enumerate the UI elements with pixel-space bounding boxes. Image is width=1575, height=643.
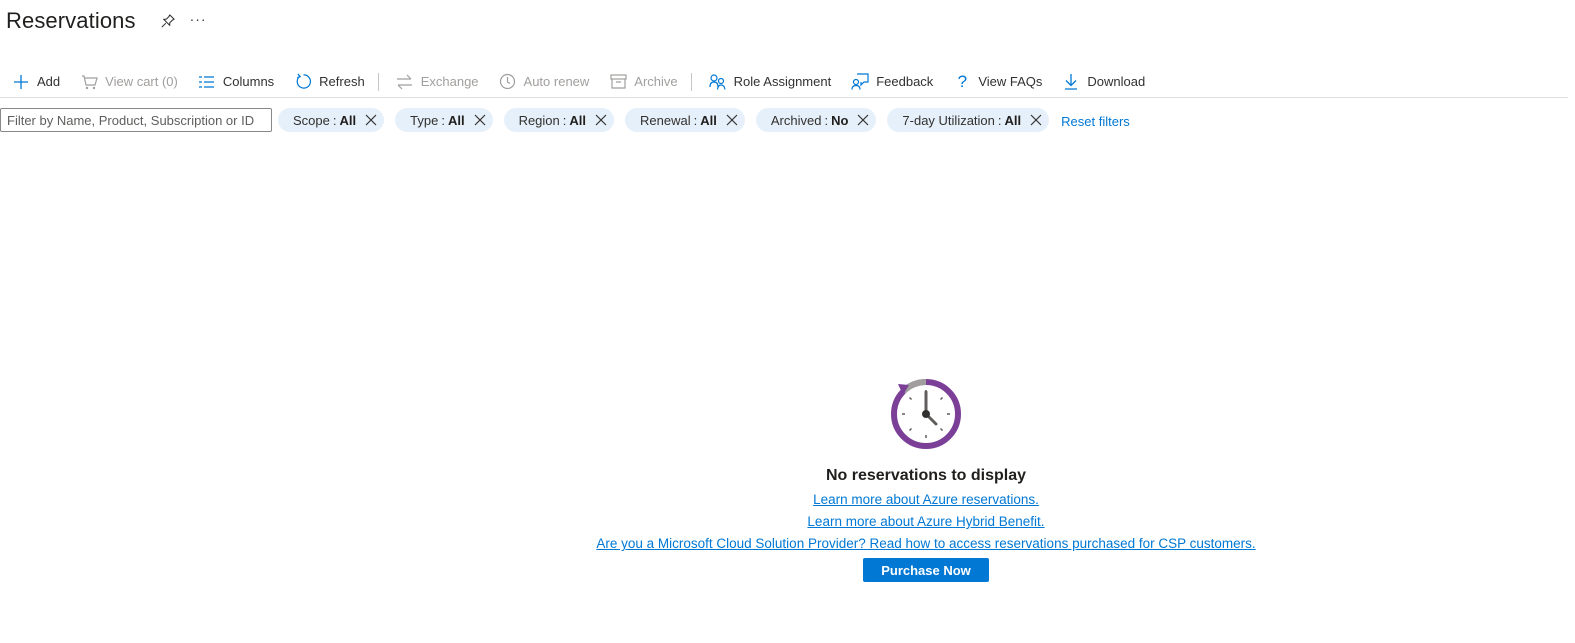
pill-label: Archived xyxy=(770,112,822,128)
people-icon xyxy=(709,73,727,91)
more-options-icon[interactable]: ··· xyxy=(190,11,207,27)
pill-value: All xyxy=(569,112,587,128)
filter-pill-renewal[interactable]: Renewal: All xyxy=(625,108,745,132)
pill-value: All xyxy=(700,112,717,128)
refresh-icon xyxy=(294,73,312,91)
pill-separator: : xyxy=(562,112,567,128)
add-label: Add xyxy=(37,74,61,89)
purchase-now-button[interactable]: Purchase Now xyxy=(863,558,989,582)
feedback-label: Feedback xyxy=(876,74,934,89)
filter-pill-archived[interactable]: Archived: No xyxy=(755,108,877,132)
archive-label: Archive xyxy=(634,74,678,89)
auto-renew-icon xyxy=(499,73,517,91)
view-faqs-label: View FAQs xyxy=(978,74,1043,89)
close-icon[interactable] xyxy=(473,113,487,127)
pill-label: Type xyxy=(410,112,439,128)
view-cart-label: View cart (0) xyxy=(105,74,178,89)
azure-reservations-link[interactable]: Learn more about Azure reservations. xyxy=(0,492,1575,507)
csp-reservations-link[interactable]: Are you a Microsoft Cloud Solution Provi… xyxy=(0,536,1575,551)
pill-value: No xyxy=(831,112,849,128)
filter-pill-scope[interactable]: Scope: All xyxy=(278,108,385,132)
toolbar-divider xyxy=(377,72,379,91)
pill-separator: : xyxy=(824,112,829,128)
pill-label: Scope xyxy=(293,112,330,128)
page-title: Reservations xyxy=(6,8,136,33)
role-assignment-button[interactable]: Role Assignment xyxy=(697,68,840,96)
filter-pill-type[interactable]: Type: All xyxy=(395,108,493,132)
download-label: Download xyxy=(1087,74,1146,89)
refresh-label: Refresh xyxy=(319,74,365,89)
pill-separator: : xyxy=(997,112,1002,128)
download-button[interactable]: Download xyxy=(1050,68,1153,96)
empty-state-title: No reservations to display xyxy=(825,467,1027,484)
filter-bar: Scope:All Type:All Region:All Renewal:Al… xyxy=(0,107,1130,133)
close-icon[interactable] xyxy=(594,113,608,127)
feedback-button[interactable]: Feedback xyxy=(839,68,941,96)
pill-label: Renewal xyxy=(640,112,691,128)
add-button[interactable]: Add xyxy=(0,68,68,96)
auto-renew-button[interactable]: Auto renew xyxy=(487,68,598,96)
pill-value: All xyxy=(339,112,357,128)
role-assignment-label: Role Assignment xyxy=(733,74,832,89)
pill-label: Region xyxy=(518,112,560,128)
archive-button[interactable]: Archive xyxy=(597,68,685,96)
plus-icon xyxy=(12,73,30,91)
close-icon[interactable] xyxy=(725,113,739,127)
filter-pill-utilization[interactable]: 7-day Utilization: All xyxy=(887,108,1050,132)
close-icon[interactable] xyxy=(1029,113,1043,127)
view-faqs-button[interactable]: ? View FAQs xyxy=(941,68,1050,96)
pill-label: 7-day Utilization xyxy=(902,112,995,128)
download-icon xyxy=(1062,73,1080,91)
pill-separator: : xyxy=(693,112,698,128)
exchange-button[interactable]: Exchange xyxy=(384,68,487,96)
columns-button[interactable]: Columns xyxy=(186,68,282,96)
auto-renew-label: Auto renew xyxy=(523,74,590,89)
feedback-icon xyxy=(851,73,869,91)
exchange-icon xyxy=(396,73,414,91)
archive-icon xyxy=(609,73,627,91)
pill-value: All xyxy=(447,112,465,128)
clock-icon xyxy=(891,379,961,449)
exchange-label: Exchange xyxy=(420,74,479,89)
empty-state: No reservations to display Learn more ab… xyxy=(0,377,1575,582)
title-bar: Reservations ··· xyxy=(6,6,207,36)
azure-hybrid-benefit-link[interactable]: Learn more about Azure Hybrid Benefit. xyxy=(0,514,1575,529)
question-icon: ? xyxy=(957,71,968,91)
toolbar-divider xyxy=(690,72,692,91)
refresh-button[interactable]: Refresh xyxy=(282,68,373,96)
columns-icon xyxy=(198,73,216,91)
filter-pill-region[interactable]: Region: All xyxy=(503,108,615,132)
view-cart-button[interactable]: View cart (0) xyxy=(68,68,186,96)
command-bar: Add View cart (0) Columns Refresh Exchan… xyxy=(0,66,1568,98)
cart-icon xyxy=(80,73,98,91)
pill-separator: : xyxy=(441,112,445,128)
pill-value: All xyxy=(1004,112,1022,128)
close-icon[interactable] xyxy=(364,113,378,127)
filter-search-input[interactable] xyxy=(0,108,272,132)
pin-icon[interactable] xyxy=(160,13,176,29)
reset-filters-link[interactable]: Reset filters xyxy=(1061,111,1130,129)
columns-label: Columns xyxy=(222,74,275,89)
close-icon[interactable] xyxy=(856,113,870,127)
pill-separator: : xyxy=(332,112,337,128)
